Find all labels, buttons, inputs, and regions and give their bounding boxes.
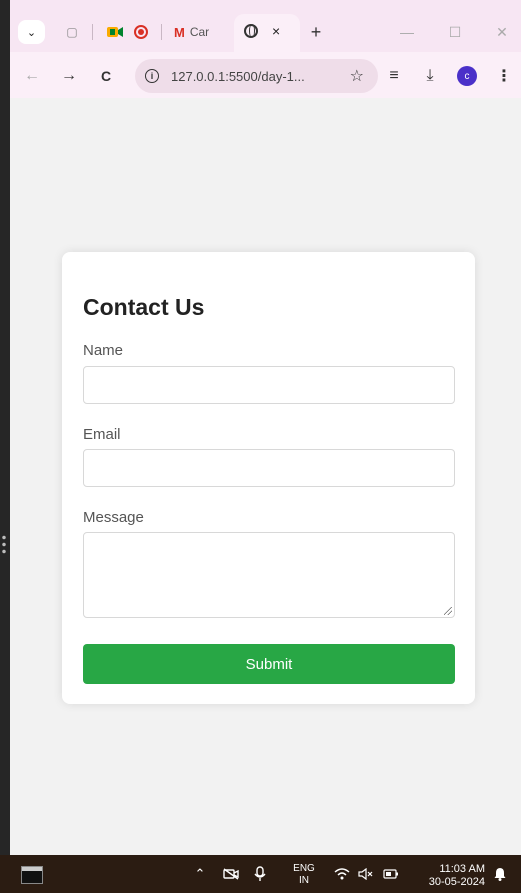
back-button[interactable]: ← <box>20 64 44 88</box>
meet-tray-icon[interactable] <box>220 855 242 893</box>
minimize-button[interactable]: — <box>392 20 422 44</box>
chevron-up-icon[interactable]: ⌃ <box>190 855 210 893</box>
name-label: Name <box>83 342 124 359</box>
message-textarea[interactable] <box>83 532 455 618</box>
submit-button[interactable]: Submit <box>83 644 455 684</box>
lang-region: IN <box>299 875 309 886</box>
maximize-button[interactable]: ☐ <box>440 20 470 44</box>
pinned-tab-meet[interactable] <box>104 20 126 44</box>
input-language[interactable]: ENG IN <box>288 863 320 887</box>
tab-separator <box>161 24 162 40</box>
tab-gmail[interactable]: M Car <box>168 20 230 44</box>
page-icon: ▢ <box>66 25 78 39</box>
name-input[interactable] <box>83 366 455 404</box>
window-close-button[interactable]: ✕ <box>487 20 517 44</box>
microphone-icon[interactable] <box>250 855 270 893</box>
wifi-icon[interactable] <box>332 855 352 893</box>
tab-active[interactable]: × <box>234 14 300 52</box>
globe-icon <box>244 24 258 38</box>
taskbar: ⌃ ENG IN 11:03 AM 30-05-2024 <box>0 855 521 893</box>
download-icon[interactable]: ⤓ <box>418 64 442 88</box>
form-title: Contact Us <box>83 294 205 320</box>
star-icon[interactable]: ☆ <box>350 66 364 86</box>
resize-handle-icon[interactable] <box>444 607 452 615</box>
pinned-tab-1[interactable]: ▢ <box>62 20 82 44</box>
contact-form: Contact Us Name Email Message Submit <box>62 252 475 704</box>
browser-window: ⌄ ▢ M Car × + — ☐ ✕ ← → C i 127.0.0.1:55… <box>10 0 521 855</box>
message-label: Message <box>83 509 144 526</box>
profile-avatar[interactable]: c <box>457 66 477 86</box>
meet-icon <box>107 27 123 37</box>
browser-toolbar: ← → C i 127.0.0.1:5500/day-1... ☆ ≡ ⤓ c … <box>10 52 521 98</box>
tab-title: Car <box>189 25 210 39</box>
reload-button[interactable]: C <box>94 64 118 88</box>
email-label: Email <box>83 426 121 443</box>
notification-bell-icon[interactable] <box>490 855 510 893</box>
lang-code: ENG <box>293 863 315 874</box>
url-text[interactable]: 127.0.0.1:5500/day-1... <box>171 69 305 84</box>
record-icon <box>134 25 148 39</box>
desktop-strip <box>0 0 10 855</box>
site-info-icon[interactable]: i <box>145 69 159 83</box>
page-content: Contact Us Name Email Message Submit <box>10 98 521 855</box>
forward-button[interactable]: → <box>57 64 81 88</box>
drag-handle-icon <box>1 534 7 556</box>
battery-icon[interactable] <box>380 855 402 893</box>
new-tab-button[interactable]: + <box>304 20 328 44</box>
tab-search-button[interactable]: ⌄ <box>18 20 45 44</box>
system-clock[interactable]: 11:03 AM 30-05-2024 <box>413 863 485 889</box>
gmail-icon: M <box>174 24 185 40</box>
menu-icon[interactable]: ⋮ <box>492 64 516 88</box>
tab-strip: ⌄ ▢ M Car × + — ☐ ✕ <box>10 0 521 52</box>
clock-date: 30-05-2024 <box>428 876 485 888</box>
terminal-app-icon[interactable] <box>21 866 43 884</box>
tab-separator <box>92 24 93 40</box>
clock-time: 11:03 AM <box>439 863 485 875</box>
email-input[interactable] <box>83 449 455 487</box>
pinned-tab-record[interactable] <box>130 20 152 44</box>
reading-list-icon[interactable]: ≡ <box>382 64 406 88</box>
camera-off-icon <box>223 868 239 880</box>
chevron-down-icon: ⌄ <box>26 26 37 39</box>
close-icon[interactable]: × <box>272 23 280 39</box>
volume-muted-icon[interactable] <box>356 855 376 893</box>
address-bar[interactable]: i 127.0.0.1:5500/day-1... ☆ <box>135 59 378 93</box>
